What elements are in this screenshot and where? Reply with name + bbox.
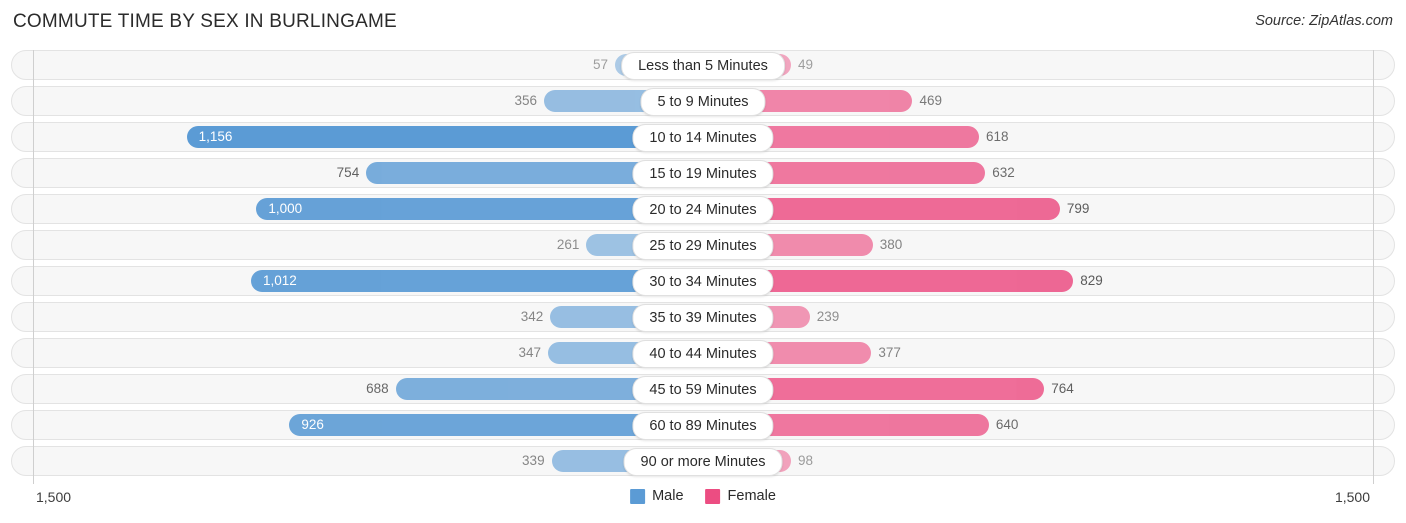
chart-row: 926 640 60 to 89 Minutes [0,410,1406,440]
bar-value-female: 829 [1080,273,1103,288]
chart-legend: Male Female [630,488,776,504]
chart-row: 57 49 Less than 5 Minutes [0,50,1406,80]
bar-value-female: 469 [919,93,943,108]
category-label: 25 to 29 Minutes [632,232,774,260]
page-title: COMMUTE TIME BY SEX IN BURLINGAME [13,11,397,32]
chart-footer: 1,500 1,500 Male Female [0,486,1406,523]
bar-value-female: 640 [995,417,1019,432]
category-label: 10 to 14 Minutes [632,124,774,152]
legend-swatch-icon [705,488,721,504]
bar-value-male: 1,000 [268,201,303,216]
bar-value-female: 98 [798,453,814,468]
chart-row: 347 377 40 to 44 Minutes [0,338,1406,368]
bar-value-female: 380 [879,237,903,252]
bar-value-female: 239 [816,309,840,324]
bar-value-male: 57 [592,57,608,72]
bar-value-male: 339 [522,453,545,468]
chart-row: 342 239 35 to 39 Minutes [0,302,1406,332]
chart-header: COMMUTE TIME BY SEX IN BURLINGAME Source… [0,0,1406,46]
legend-item[interactable]: Male [630,488,684,504]
bar-value-male: 754 [336,165,360,180]
legend-label: Female [727,488,776,504]
bar-value-male: 347 [518,345,541,360]
bar-value-female: 618 [986,129,1009,144]
bar-value-male: 261 [556,237,580,252]
legend-swatch-icon [630,488,646,504]
category-label: 40 to 44 Minutes [632,340,774,368]
bar-value-male: 688 [366,381,389,396]
category-label: 45 to 59 Minutes [632,376,774,404]
bar-value-female: 764 [1051,381,1074,396]
category-label: 15 to 19 Minutes [632,160,774,188]
axis-tick-left: 1,500 [36,489,72,505]
bar-value-female: 632 [992,165,1015,180]
chart-rows: 57 49 Less than 5 Minutes 356 469 5 to 9 Minu… [0,50,1406,482]
category-label: Less than 5 Minutes [621,52,785,80]
category-label: 35 to 39 Minutes [632,304,774,332]
bar-value-female: 799 [1066,201,1090,216]
category-label: 60 to 89 Minutes [632,412,774,440]
category-label: 30 to 34 Minutes [632,268,774,296]
chart-row: 754 632 15 to 19 Minutes [0,158,1406,188]
chart-row: 356 469 5 to 9 Minutes [0,86,1406,116]
bar-value-male: 1,012 [262,273,297,288]
chart-row: 688 764 45 to 59 Minutes [0,374,1406,404]
chart-row: 1,156 618 10 to 14 Minutes [0,122,1406,152]
bar-value-male: 926 [301,417,324,432]
axis-tick-right: 1,500 [1334,489,1370,505]
bar-value-male: 356 [514,93,537,108]
bar-value-male: 342 [520,309,544,324]
legend-label: Male [652,488,684,504]
axis-line-left [33,50,34,484]
chart-row: 261 380 25 to 29 Minutes [0,230,1406,260]
category-label: 20 to 24 Minutes [632,196,774,224]
category-label: 90 or more Minutes [623,448,783,476]
chart-row: 1,000 799 20 to 24 Minutes [0,194,1406,224]
bar-male: 1,156 [186,126,703,148]
bar-value-female: 377 [878,345,901,360]
legend-item[interactable]: Female [705,488,776,504]
chart-row: 1,012 829 30 to 34 Minutes [0,266,1406,296]
source-attribution: Source: ZipAtlas.com [1255,13,1393,29]
axis-line-right [1373,50,1374,484]
bar-value-male: 1,156 [198,129,233,144]
chart-row: 339 98 90 or more Minutes [0,446,1406,476]
category-label: 5 to 9 Minutes [640,88,766,116]
bar-value-female: 49 [798,57,814,72]
chart-plot-area: 57 49 Less than 5 Minutes 356 469 5 to 9 Minu… [0,50,1406,485]
